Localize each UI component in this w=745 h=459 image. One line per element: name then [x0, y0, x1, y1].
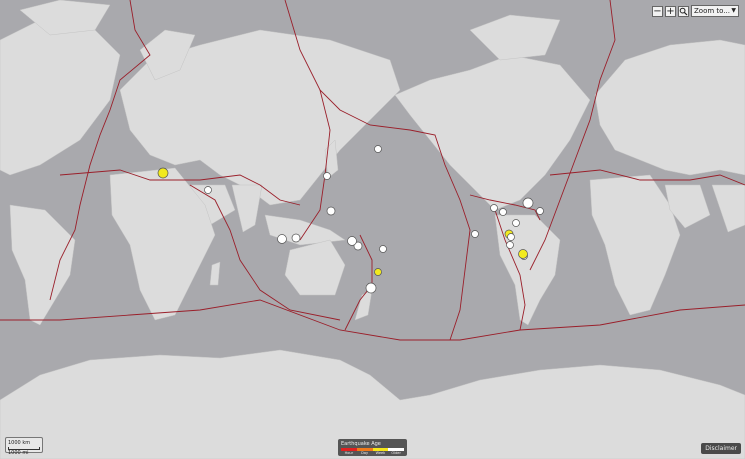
earthquake-marker[interactable]	[507, 233, 515, 241]
zoom-in-button[interactable]: +	[665, 5, 676, 17]
map-controls: − + Zoom to... ▼	[652, 5, 739, 17]
earthquake-marker[interactable]	[522, 197, 534, 209]
earthquake-marker[interactable]	[471, 230, 479, 238]
earthquake-marker[interactable]	[157, 167, 169, 179]
legend-label-day: Day	[361, 451, 369, 455]
earthquake-marker[interactable]	[291, 233, 301, 243]
earthquake-marker[interactable]	[379, 245, 387, 253]
legend-label-hour: Hour	[344, 451, 354, 455]
zoom-to-select[interactable]: Zoom to... ▼	[691, 5, 739, 17]
earthquake-marker[interactable]	[374, 268, 382, 276]
zoom-out-button[interactable]: −	[652, 5, 663, 17]
earthquake-marker[interactable]	[506, 241, 514, 249]
earthquake-marker[interactable]	[347, 236, 357, 246]
world-map[interactable]: − + Zoom to... ▼ 1000 km 1000 mi Earthqu…	[0, 0, 745, 459]
earthquake-marker[interactable]	[490, 204, 498, 212]
map-scale: 1000 km 1000 mi	[5, 437, 43, 456]
legend-label-older: Older	[391, 451, 401, 455]
earthquake-marker[interactable]	[277, 234, 287, 244]
earthquake-marker[interactable]	[499, 208, 507, 216]
earthquake-age-legend: Earthquake Age Hour Day Week Older	[338, 439, 407, 456]
chevron-down-icon: ▼	[731, 7, 736, 14]
earthquake-marker[interactable]	[374, 145, 382, 153]
magnifier-icon-glyph	[679, 7, 688, 15]
zoom-to-select-label: Zoom to...	[694, 7, 730, 15]
earthquake-marker[interactable]	[512, 219, 520, 227]
scale-label-mi: 1000 mi	[8, 450, 29, 456]
scale-label-km: 1000 km	[8, 440, 31, 446]
earthquake-marker[interactable]	[204, 186, 212, 194]
earthquake-marker[interactable]	[326, 206, 336, 216]
disclaimer-button[interactable]: Disclaimer	[701, 443, 741, 454]
earthquake-marker[interactable]	[536, 207, 544, 215]
earthquake-marker[interactable]	[518, 249, 528, 259]
legend-label-week: Week	[375, 451, 386, 455]
earthquake-marker[interactable]	[365, 282, 377, 294]
legend-title: Earthquake Age	[341, 441, 381, 447]
map-canvas[interactable]	[0, 0, 745, 459]
legend-labels: Hour Day Week Older	[341, 451, 404, 455]
magnifier-icon[interactable]	[678, 5, 689, 17]
earthquake-marker[interactable]	[323, 172, 331, 180]
